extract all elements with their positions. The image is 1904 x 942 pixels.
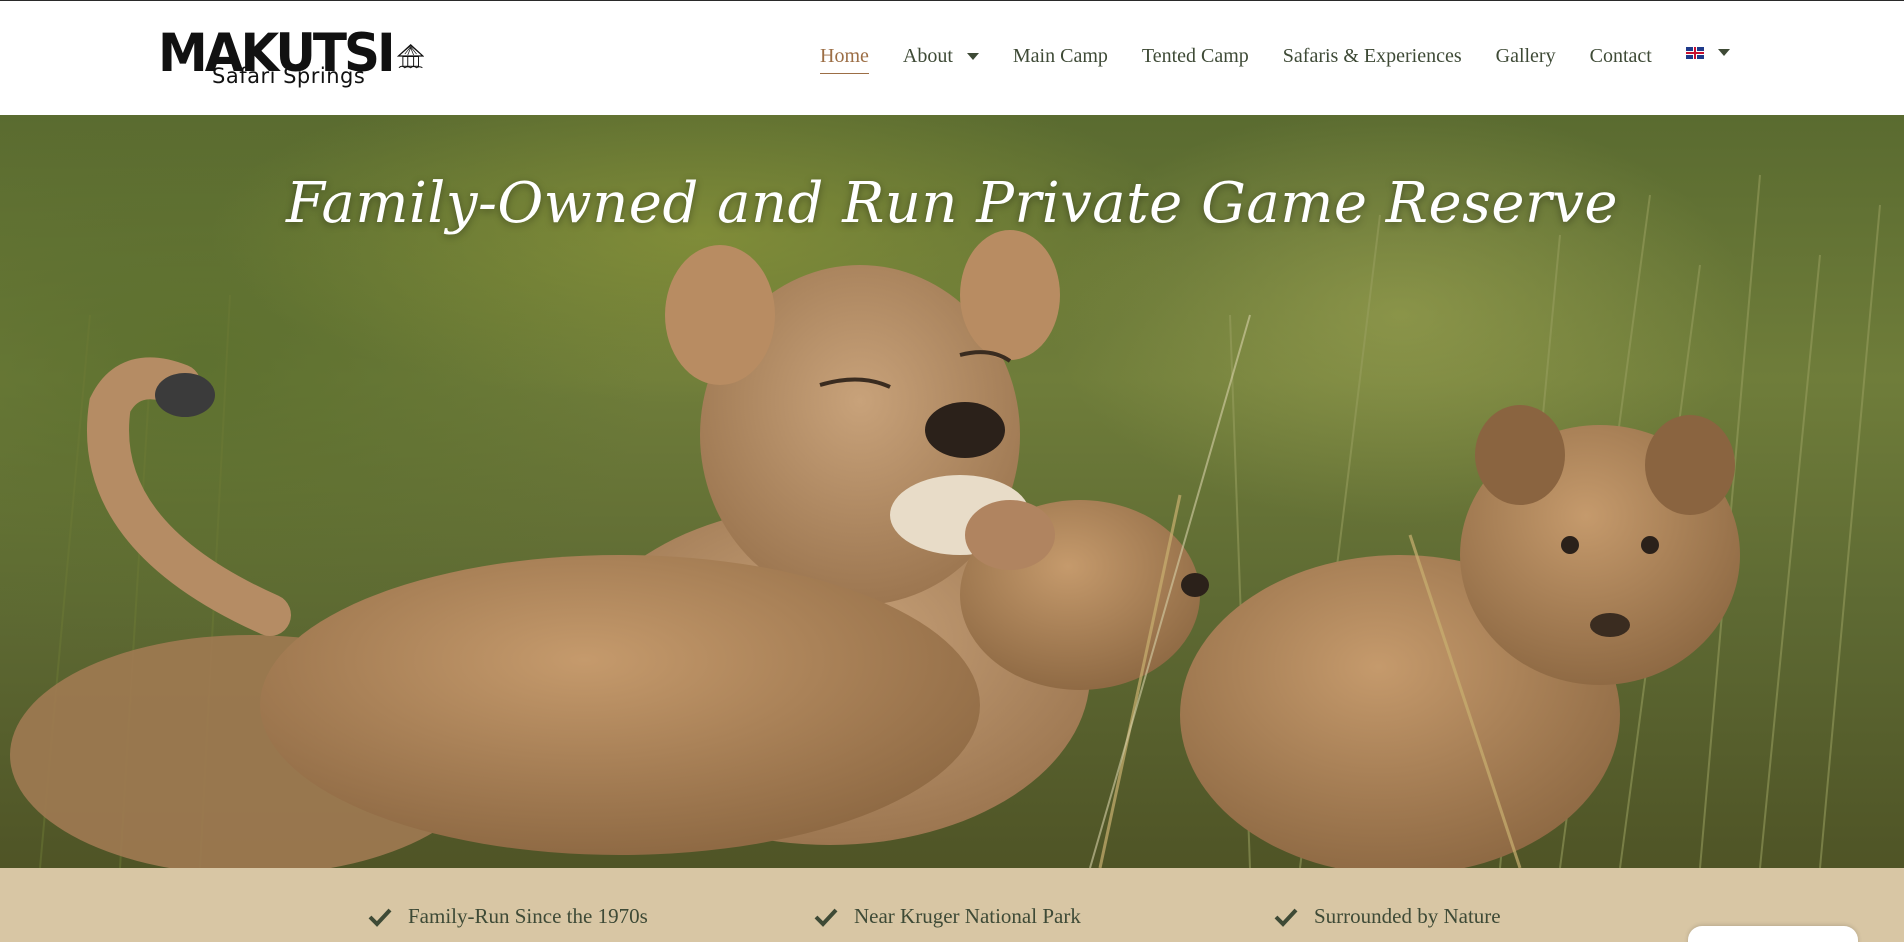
main-nav: Home About Main Camp Tented Camp Safaris…: [820, 45, 1764, 75]
feature-label: Surrounded by Nature: [1314, 904, 1501, 928]
nav-tented-camp[interactable]: Tented Camp: [1142, 45, 1249, 68]
feature-item: Family-Run Since the 1970s: [368, 904, 648, 929]
check-icon: [368, 908, 392, 927]
hero-title: Family-Owned and Run Private Game Reserv…: [285, 171, 1619, 236]
chevron-down-icon: [1717, 48, 1730, 56]
hut-icon: [396, 43, 424, 69]
site-header: MAKUTSI Safari Springs Home About Main C…: [0, 0, 1904, 115]
nav-contact[interactable]: Contact: [1590, 45, 1652, 68]
logo-wordmark: MAKUTSI: [158, 22, 396, 83]
site-logo[interactable]: MAKUTSI Safari Springs: [158, 22, 424, 89]
hero-banner: Family-Owned and Run Private Game Reserv…: [0, 115, 1904, 868]
feature-item: Surrounded by Nature: [1274, 904, 1501, 929]
nav-main-camp[interactable]: Main Camp: [1013, 45, 1108, 68]
nav-gallery[interactable]: Gallery: [1496, 45, 1556, 68]
nav-safaris-experiences[interactable]: Safaris & Experiences: [1283, 45, 1462, 68]
nav-home[interactable]: Home: [820, 45, 869, 74]
chat-widget-tab[interactable]: [1688, 926, 1858, 942]
chevron-down-icon: [966, 53, 979, 60]
check-icon: [1274, 908, 1298, 927]
nav-about[interactable]: About: [903, 45, 979, 68]
feature-label: Family-Run Since the 1970s: [408, 904, 648, 928]
feature-label: Near Kruger National Park: [854, 904, 1081, 928]
check-icon: [814, 908, 838, 927]
features-strip: Family-Run Since the 1970s Near Kruger N…: [0, 868, 1904, 942]
language-switcher[interactable]: [1685, 45, 1730, 59]
feature-item: Near Kruger National Park: [814, 904, 1081, 929]
uk-flag-icon: [1685, 47, 1704, 59]
